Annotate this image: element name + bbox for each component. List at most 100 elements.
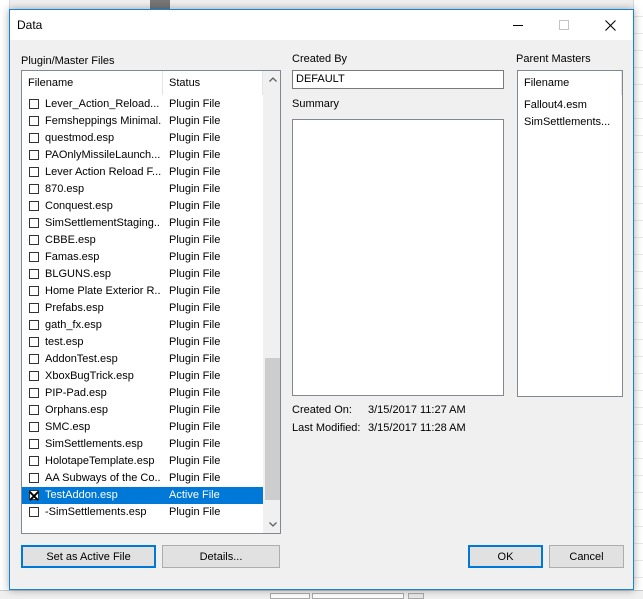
checkbox[interactable] (29, 286, 39, 296)
table-row[interactable]: CBBE.esp Plugin File (22, 232, 264, 249)
table-row[interactable]: SMC.esp Plugin File (22, 419, 264, 436)
checkbox[interactable] (29, 269, 39, 279)
table-row[interactable]: 870.esp Plugin File (22, 181, 264, 198)
checkbox[interactable] (29, 439, 39, 449)
row-status: Plugin File (169, 251, 221, 263)
column-header-filename[interactable]: Filename (22, 71, 163, 95)
parent-masters-label: Parent Masters (516, 53, 591, 65)
table-row[interactable]: HolotapeTemplate.esp Plugin File (22, 453, 264, 470)
checkbox[interactable] (29, 116, 39, 126)
summary-label: Summary (292, 98, 340, 110)
title-bar[interactable]: Data (10, 10, 633, 40)
background-app-bottom (0, 590, 643, 599)
chevron-down-icon (268, 522, 277, 527)
table-row[interactable]: Lever Action Reload F... Plugin File (22, 164, 264, 181)
table-row[interactable]: Lever_Action_Reload... Plugin File (22, 96, 264, 113)
minimize-button[interactable] (495, 10, 541, 40)
table-row[interactable]: SimSettlements.esp Plugin File (22, 436, 264, 453)
list-item[interactable]: Fallout4.esm (518, 97, 622, 114)
row-filename: SimSettlements.esp (45, 438, 143, 450)
row-filename: SimSettlementStaging.... (45, 217, 161, 229)
table-row[interactable]: AA Subways of the Co... Plugin File (22, 470, 264, 487)
checkbox[interactable] (29, 235, 39, 245)
checked-checkbox[interactable] (29, 490, 39, 500)
column-header-status[interactable]: Status (163, 71, 263, 95)
checkbox[interactable] (29, 354, 39, 364)
table-row[interactable]: PAOnlyMissileLaunch... Plugin File (22, 147, 264, 164)
checkbox[interactable] (29, 320, 39, 330)
checkbox[interactable] (29, 218, 39, 228)
checkbox[interactable] (29, 303, 39, 313)
row-status: Plugin File (169, 285, 221, 297)
window-title: Data (17, 18, 43, 32)
row-filename: test.esp (45, 336, 84, 348)
row-status: Plugin File (169, 472, 221, 484)
row-status: Plugin File (169, 455, 221, 467)
scroll-down-button[interactable] (264, 516, 280, 533)
row-filename: CBBE.esp (45, 234, 96, 246)
plugin-files-list[interactable]: Filename Status Lever_Action_Reload... Pl… (21, 70, 281, 534)
row-filename: Famas.esp (45, 251, 100, 263)
table-row[interactable]: AddonTest.esp Plugin File (22, 351, 264, 368)
row-status: Plugin File (169, 234, 221, 246)
table-row[interactable]: Femsheppings Minimal... Plugin File (22, 113, 264, 130)
plugin-files-scrollbar[interactable] (263, 71, 280, 533)
last-modified-value: 3/15/2017 11:28 AM (368, 422, 466, 434)
table-row[interactable]: Home Plate Exterior R... Plugin File (22, 283, 264, 300)
table-row[interactable]: questmod.esp Plugin File (22, 130, 264, 147)
checkbox[interactable] (29, 388, 39, 398)
row-filename: Home Plate Exterior R... (45, 285, 161, 297)
scroll-up-button[interactable] (264, 71, 280, 88)
checkbox[interactable] (29, 456, 39, 466)
row-filename: Conquest.esp (45, 200, 113, 212)
set-active-file-button[interactable]: Set as Active File (21, 545, 156, 568)
details-button[interactable]: Details... (162, 545, 280, 568)
column-header-parent-filename[interactable]: Filename (518, 71, 622, 95)
scroll-thumb[interactable] (265, 358, 280, 500)
row-filename: 870.esp (45, 183, 85, 195)
row-status: Plugin File (169, 319, 221, 331)
checkbox[interactable] (29, 422, 39, 432)
row-status: Plugin File (169, 404, 221, 416)
table-row[interactable]: Famas.esp Plugin File (22, 249, 264, 266)
table-row[interactable]: Orphans.esp Plugin File (22, 402, 264, 419)
table-row[interactable]: SimSettlementStaging.... Plugin File (22, 215, 264, 232)
row-filename: Prefabs.esp (45, 302, 104, 314)
parent-masters-list[interactable]: Filename Fallout4.esm SimSettlements... (517, 70, 623, 397)
table-row[interactable]: gath_fx.esp Plugin File (22, 317, 264, 334)
created-on-value: 3/15/2017 11:27 AM (368, 404, 466, 416)
checkbox[interactable] (29, 507, 39, 517)
checkbox[interactable] (29, 99, 39, 109)
checkbox[interactable] (29, 337, 39, 347)
maximize-button[interactable] (541, 10, 587, 40)
table-row[interactable]: test.esp Plugin File (22, 334, 264, 351)
checkbox[interactable] (29, 133, 39, 143)
row-filename: gath_fx.esp (45, 319, 102, 331)
checkbox[interactable] (29, 473, 39, 483)
table-row[interactable]: TestAddon.esp Active File (22, 487, 264, 504)
row-status: Plugin File (169, 183, 221, 195)
table-row[interactable]: Conquest.esp Plugin File (22, 198, 264, 215)
table-row[interactable]: -SimSettlements.esp Plugin File (22, 504, 264, 521)
checkbox[interactable] (29, 405, 39, 415)
checkbox[interactable] (29, 150, 39, 160)
checkbox[interactable] (29, 371, 39, 381)
ok-button[interactable]: OK (468, 545, 543, 568)
checkbox[interactable] (29, 184, 39, 194)
table-row[interactable]: XboxBugTrick.esp Plugin File (22, 368, 264, 385)
close-button[interactable] (587, 10, 633, 40)
table-row[interactable]: BLGUNS.esp Plugin File (22, 266, 264, 283)
row-filename: XboxBugTrick.esp (45, 370, 134, 382)
list-item[interactable]: SimSettlements... (518, 114, 622, 131)
row-status: Active File (169, 489, 220, 501)
checkbox[interactable] (29, 201, 39, 211)
background-field (270, 593, 310, 599)
created-by-field[interactable]: DEFAULT (292, 70, 504, 89)
table-row[interactable]: PIP-Pad.esp Plugin File (22, 385, 264, 402)
cancel-button[interactable]: Cancel (549, 545, 624, 568)
table-row[interactable]: Prefabs.esp Plugin File (22, 300, 264, 317)
checkbox[interactable] (29, 167, 39, 177)
row-status: Plugin File (169, 132, 221, 144)
summary-textarea[interactable] (292, 119, 504, 396)
checkbox[interactable] (29, 252, 39, 262)
